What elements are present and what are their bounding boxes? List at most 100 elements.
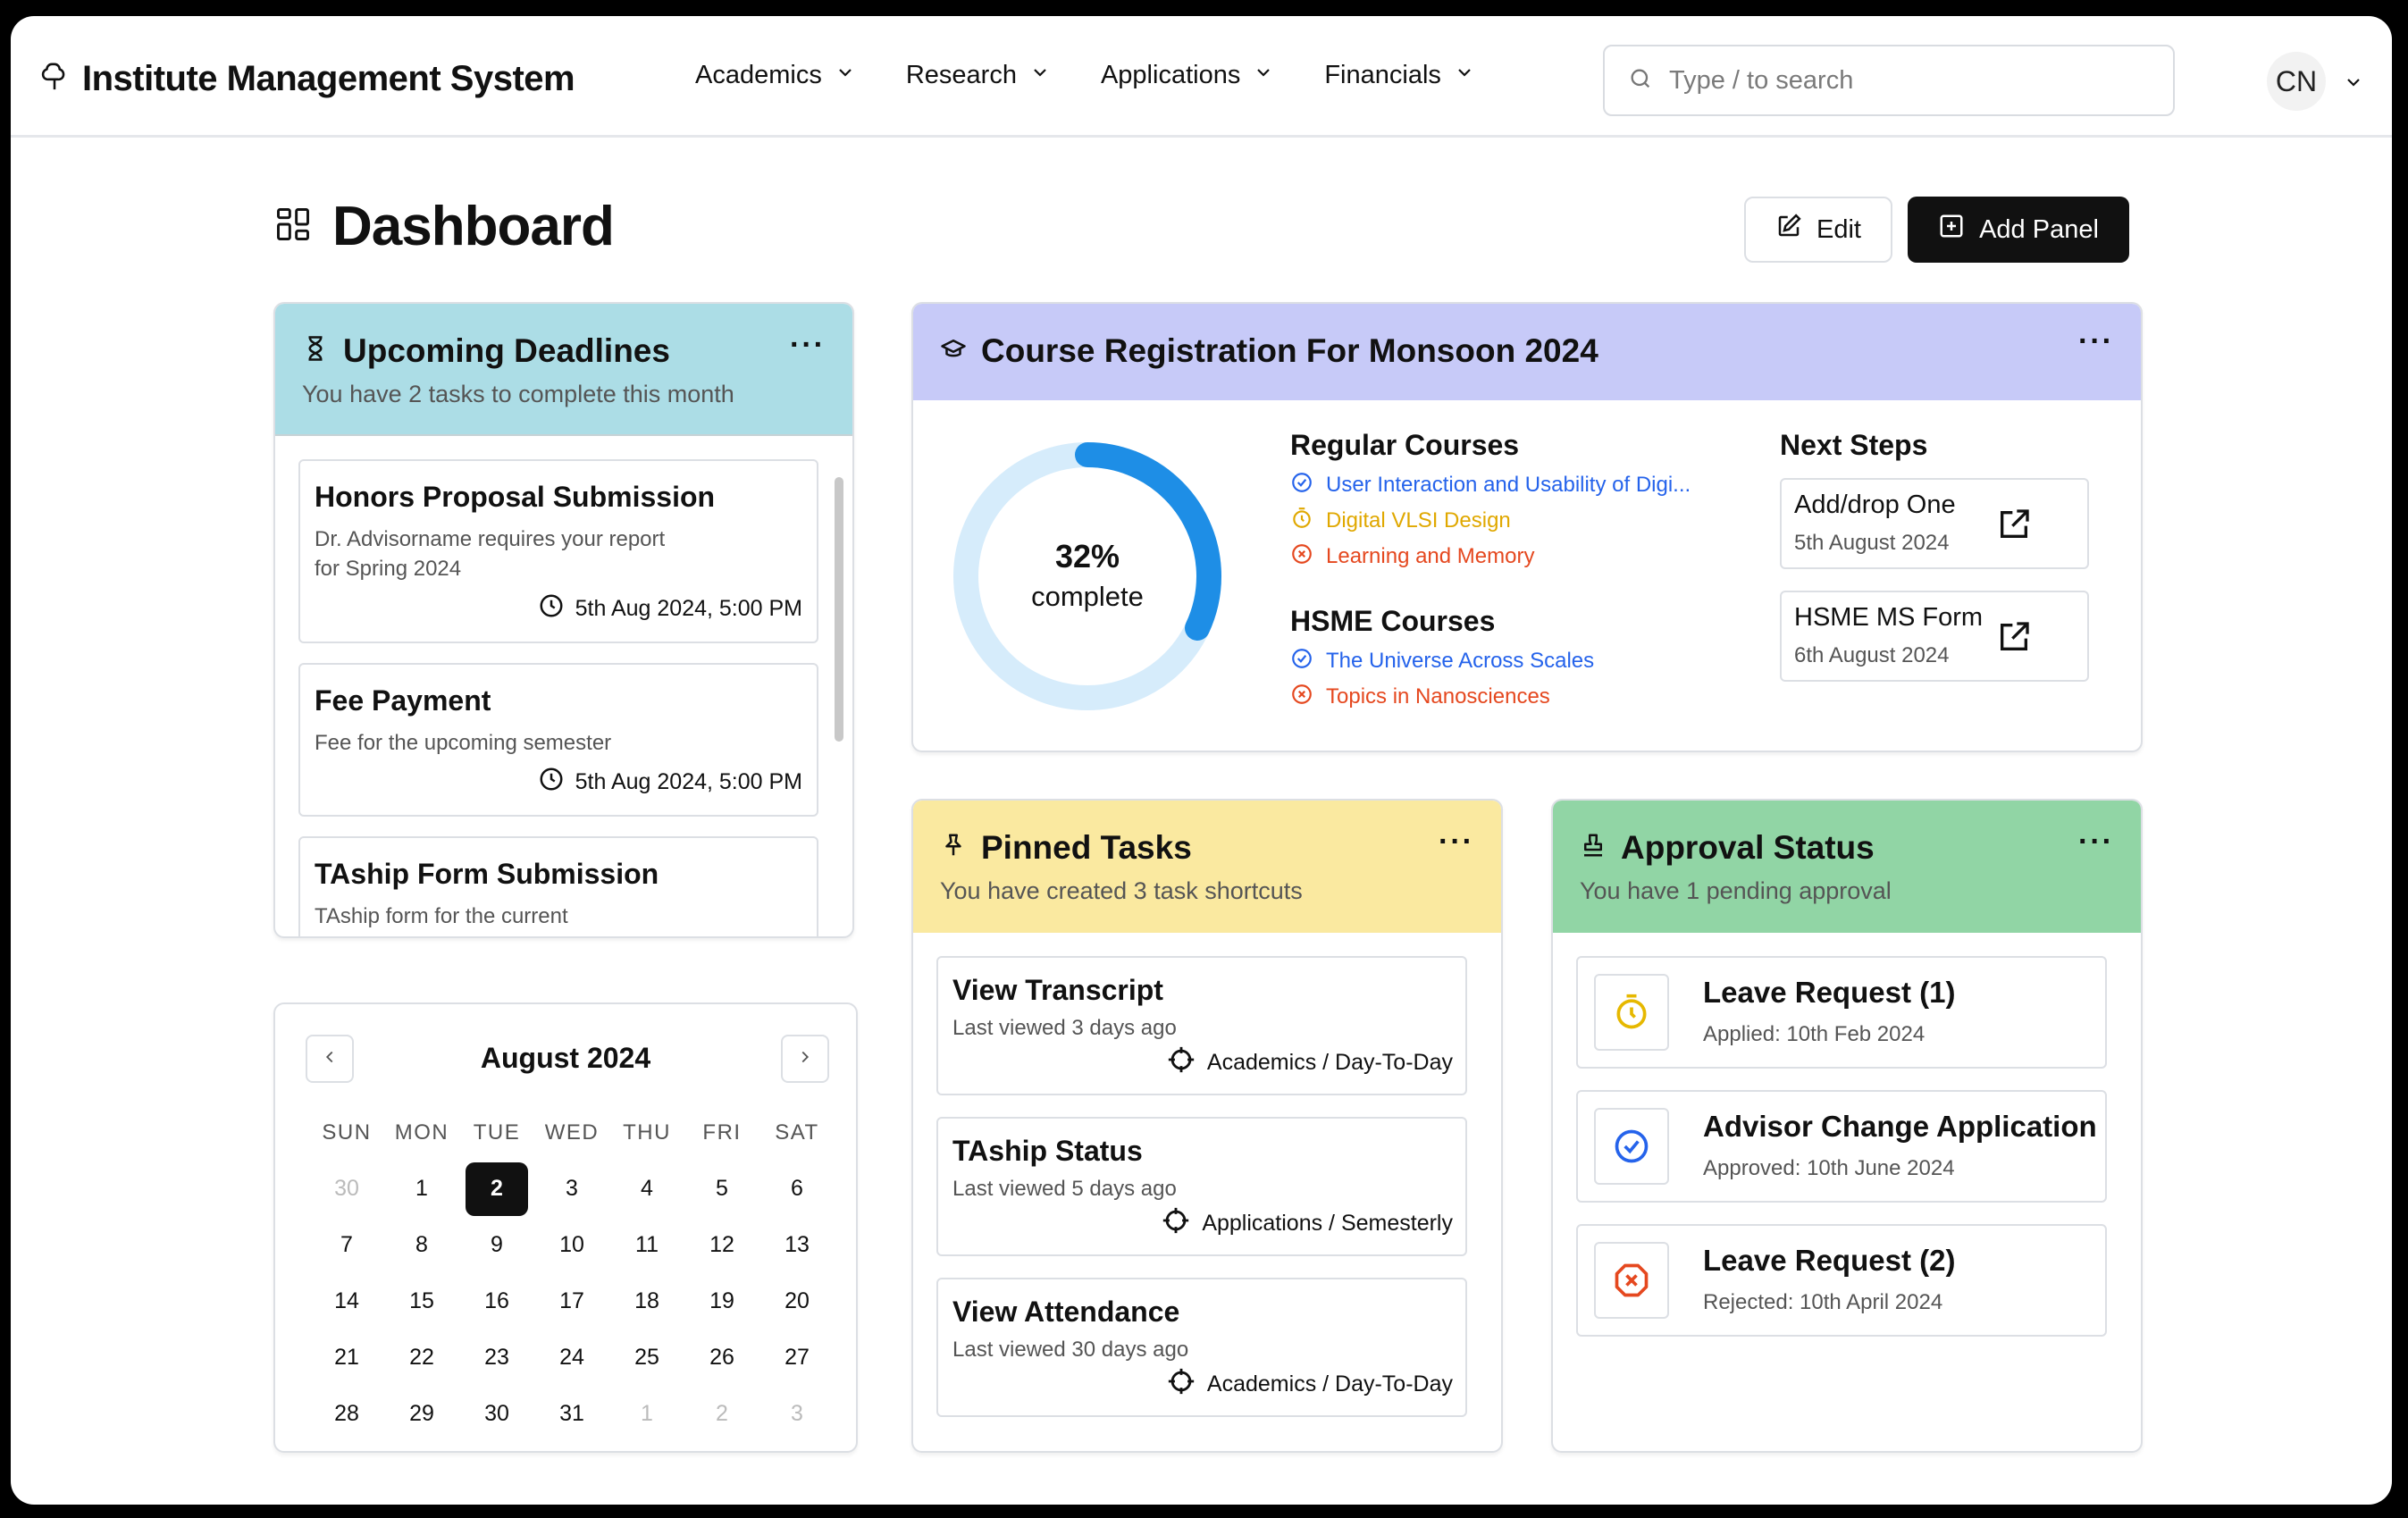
- course-item[interactable]: Topics in Nanosciences: [1290, 679, 1755, 715]
- calendar-day[interactable]: 6: [759, 1162, 835, 1216]
- deadline-card[interactable]: Honors Proposal Submission Dr. Advisorna…: [298, 459, 818, 643]
- calendar-day[interactable]: 15: [384, 1275, 459, 1329]
- deadline-desc: TAship form for the current: [315, 904, 568, 928]
- chevron-right-icon: [795, 1047, 815, 1071]
- pinned-task-card[interactable]: View Transcript Last viewed 3 days ago A…: [936, 956, 1467, 1095]
- calendar-day[interactable]: 29: [384, 1388, 459, 1441]
- calendar-day[interactable]: 26: [684, 1331, 759, 1385]
- calendar-day[interactable]: 21: [309, 1331, 384, 1385]
- calendar-day[interactable]: 24: [534, 1331, 609, 1385]
- external-link-icon: [2001, 622, 2029, 650]
- timer-icon: [1616, 994, 1647, 1029]
- clock-icon: [538, 592, 565, 625]
- next-step-card[interactable]: Add/drop One 5th August 2024: [1780, 478, 2089, 569]
- app-title: Institute Management System: [82, 59, 575, 98]
- add-panel-button[interactable]: Add Panel: [1908, 197, 2129, 263]
- more-options-icon[interactable]: ···: [2078, 826, 2114, 857]
- calendar-day[interactable]: 9: [459, 1219, 534, 1272]
- next-step-card[interactable]: HSME MS Form 6th August 2024: [1780, 591, 2089, 682]
- deadline-card[interactable]: TAship Form Submission TAship form for t…: [298, 836, 818, 936]
- approval-date: Applied: 10th Feb 2024: [1703, 1022, 1926, 1046]
- menu-applications[interactable]: Applications: [1101, 61, 1274, 90]
- calendar-day[interactable]: 27: [759, 1331, 835, 1385]
- calendar-day[interactable]: 11: [609, 1219, 684, 1272]
- crosshair-icon: [1166, 1366, 1196, 1403]
- chevron-down-icon[interactable]: [2343, 71, 2364, 93]
- deadline-due: 5th Aug 2024, 5:00 PM: [538, 766, 802, 799]
- calendar-day[interactable]: 10: [534, 1219, 609, 1272]
- calendar-day[interactable]: 1: [609, 1388, 684, 1441]
- calendar-day[interactable]: 31: [534, 1388, 609, 1441]
- add-panel-label: Add Panel: [1979, 214, 2099, 244]
- approval-date: Rejected: 10th April 2024: [1703, 1290, 1943, 1314]
- deadline-card[interactable]: Fee Payment Fee for the upcoming semeste…: [298, 663, 818, 817]
- more-options-icon[interactable]: ···: [2078, 326, 2114, 356]
- graduation-cap-icon: [940, 332, 967, 370]
- calendar-day[interactable]: 22: [384, 1331, 459, 1385]
- calendar-day[interactable]: 7: [309, 1219, 384, 1272]
- next-month-button[interactable]: [781, 1035, 829, 1083]
- menu-financials[interactable]: Financials: [1324, 61, 1475, 90]
- pinned-task-card[interactable]: TAship Status Last viewed 5 days ago App…: [936, 1117, 1467, 1256]
- menu-research[interactable]: Research: [906, 61, 1051, 90]
- weekday-label: FRI: [702, 1120, 742, 1145]
- calendar-day[interactable]: 25: [609, 1331, 684, 1385]
- calendar-grid: SUN MON TUE WED THU FRI SAT 30 1 2 3 4 5…: [309, 1104, 842, 1442]
- calendar-day[interactable]: 17: [534, 1275, 609, 1329]
- calendar-day[interactable]: 30: [459, 1388, 534, 1441]
- approval-title-text: Leave Request (2): [1703, 1244, 1956, 1277]
- avatar[interactable]: CN: [2267, 52, 2326, 111]
- calendar-day[interactable]: 1: [384, 1162, 459, 1216]
- check-circle-icon: [1290, 647, 1313, 676]
- course-item[interactable]: User Interaction and Usability of Digi..…: [1290, 467, 1755, 503]
- approval-card[interactable]: Advisor Change Application Approved: 10t…: [1576, 1090, 2107, 1203]
- calendar-day[interactable]: 4: [609, 1162, 684, 1216]
- calendar-day[interactable]: 20: [759, 1275, 835, 1329]
- calendar-day[interactable]: 16: [459, 1275, 534, 1329]
- calendar-day[interactable]: 8: [384, 1219, 459, 1272]
- week-row: 28 29 30 31 1 2 3: [309, 1386, 842, 1442]
- course-item[interactable]: Learning and Memory: [1290, 539, 1755, 574]
- week-row: 14 15 16 17 18 19 20: [309, 1273, 842, 1329]
- course-name: The Universe Across Scales: [1326, 649, 1595, 673]
- approval-card[interactable]: Leave Request (1) Applied: 10th Feb 2024: [1576, 956, 2107, 1069]
- calendar-day[interactable]: 28: [309, 1388, 384, 1441]
- calendar-day[interactable]: 13: [759, 1219, 835, 1272]
- course-item[interactable]: Digital VLSI Design: [1290, 503, 1755, 539]
- progress-text: 32% complete: [949, 538, 1226, 613]
- calendar-day[interactable]: 14: [309, 1275, 384, 1329]
- calendar-day[interactable]: 23: [459, 1331, 534, 1385]
- external-link-icon: [2001, 509, 2029, 538]
- more-options-icon[interactable]: ···: [790, 330, 826, 360]
- calendar-day[interactable]: 5: [684, 1162, 759, 1216]
- approval-card[interactable]: Leave Request (2) Rejected: 10th April 2…: [1576, 1224, 2107, 1337]
- task-category-text: Academics / Day-To-Day: [1206, 1050, 1453, 1075]
- task-last-viewed: Last viewed 30 days ago: [952, 1338, 1189, 1362]
- chevron-down-icon: [1029, 61, 1051, 90]
- calendar-day-selected[interactable]: 2: [466, 1162, 528, 1216]
- calendar-day[interactable]: 3: [534, 1162, 609, 1216]
- calendar-day[interactable]: 18: [609, 1275, 684, 1329]
- calendar-day[interactable]: 2: [684, 1388, 759, 1441]
- task-category-text: Academics / Day-To-Day: [1206, 1371, 1453, 1396]
- calendar-day[interactable]: 19: [684, 1275, 759, 1329]
- edit-button[interactable]: Edit: [1744, 197, 1892, 263]
- more-options-icon[interactable]: ···: [1439, 826, 1474, 857]
- calendar-day[interactable]: 30: [309, 1162, 384, 1216]
- deadline-due-text: 5th Aug 2024, 5:00 PM: [575, 769, 802, 794]
- course-item[interactable]: The Universe Across Scales: [1290, 643, 1755, 679]
- calendar-day[interactable]: 12: [684, 1219, 759, 1272]
- calendar-day[interactable]: 3: [759, 1388, 835, 1441]
- calendar-panel: August 2024 SUN MON TUE WED THU FRI SAT …: [273, 1002, 858, 1453]
- progress-percent: 32%: [1054, 538, 1120, 574]
- deadlines-scrollbar[interactable]: [835, 477, 843, 742]
- pinned-title: Pinned Tasks: [981, 829, 1192, 866]
- menu-academics[interactable]: Academics: [695, 61, 856, 90]
- progress-label: complete: [1031, 581, 1144, 612]
- week-row: 21 22 23 24 25 26 27: [309, 1329, 842, 1386]
- search-input[interactable]: [1669, 65, 2152, 96]
- approval-subtitle: You have 1 pending approval: [1580, 877, 1892, 904]
- brand[interactable]: Institute Management System: [39, 59, 575, 99]
- pinned-task-card[interactable]: View Attendance Last viewed 30 days ago …: [936, 1278, 1467, 1417]
- chevron-down-icon: [1454, 61, 1475, 90]
